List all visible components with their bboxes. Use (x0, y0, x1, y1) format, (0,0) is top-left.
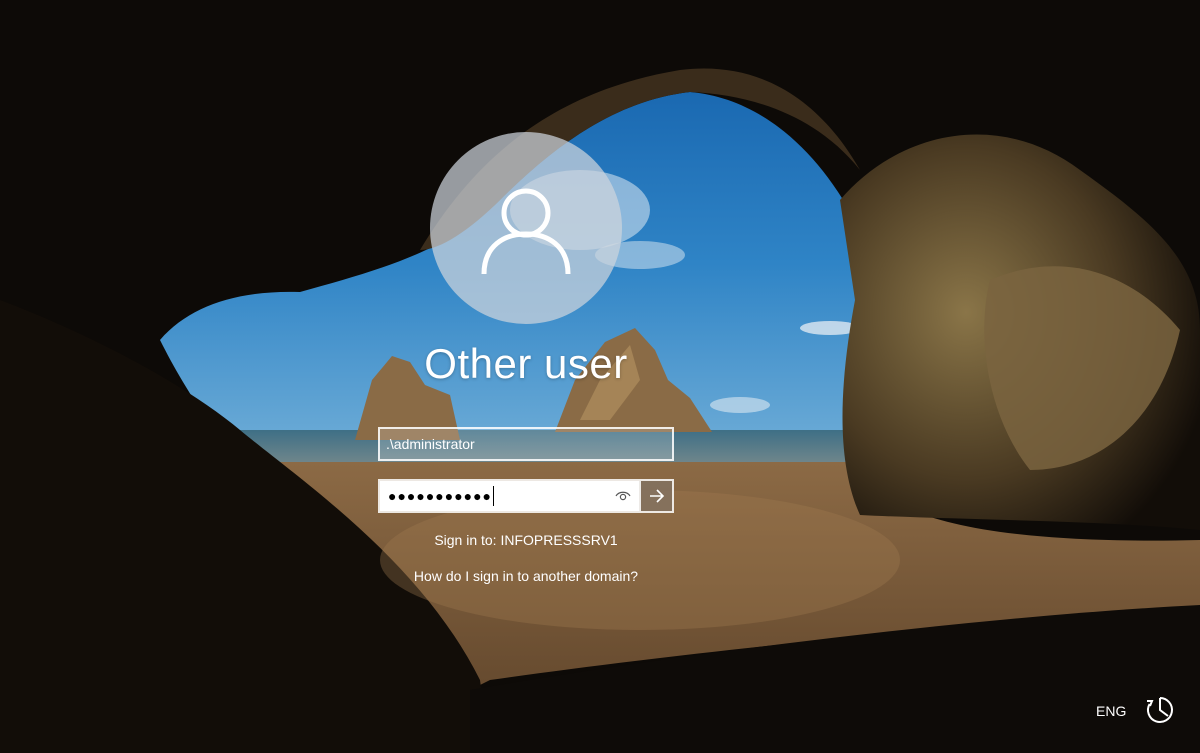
submit-button[interactable] (639, 481, 672, 511)
password-input[interactable]: ●●●●●●●●●●● (380, 481, 639, 511)
text-caret (493, 486, 495, 506)
password-mask: ●●●●●●●●●●● (388, 488, 493, 504)
sign-in-to-label: Sign in to: INFOPRESSSRV1 (434, 532, 618, 548)
user-name: Other user (424, 340, 628, 387)
other-domain-help-link[interactable]: How do I sign in to another domain? (300, 568, 752, 584)
eye-icon[interactable] (615, 490, 631, 502)
ease-of-access-icon[interactable] (1144, 694, 1176, 726)
username-value: .\administrator (386, 436, 475, 452)
password-row: ●●●●●●●●●●● (378, 479, 674, 513)
arrow-right-icon (649, 489, 664, 503)
user-avatar (430, 132, 622, 324)
user-icon (481, 188, 571, 275)
username-input[interactable]: .\administrator (378, 427, 674, 461)
language-indicator[interactable]: ENG (1096, 703, 1126, 719)
